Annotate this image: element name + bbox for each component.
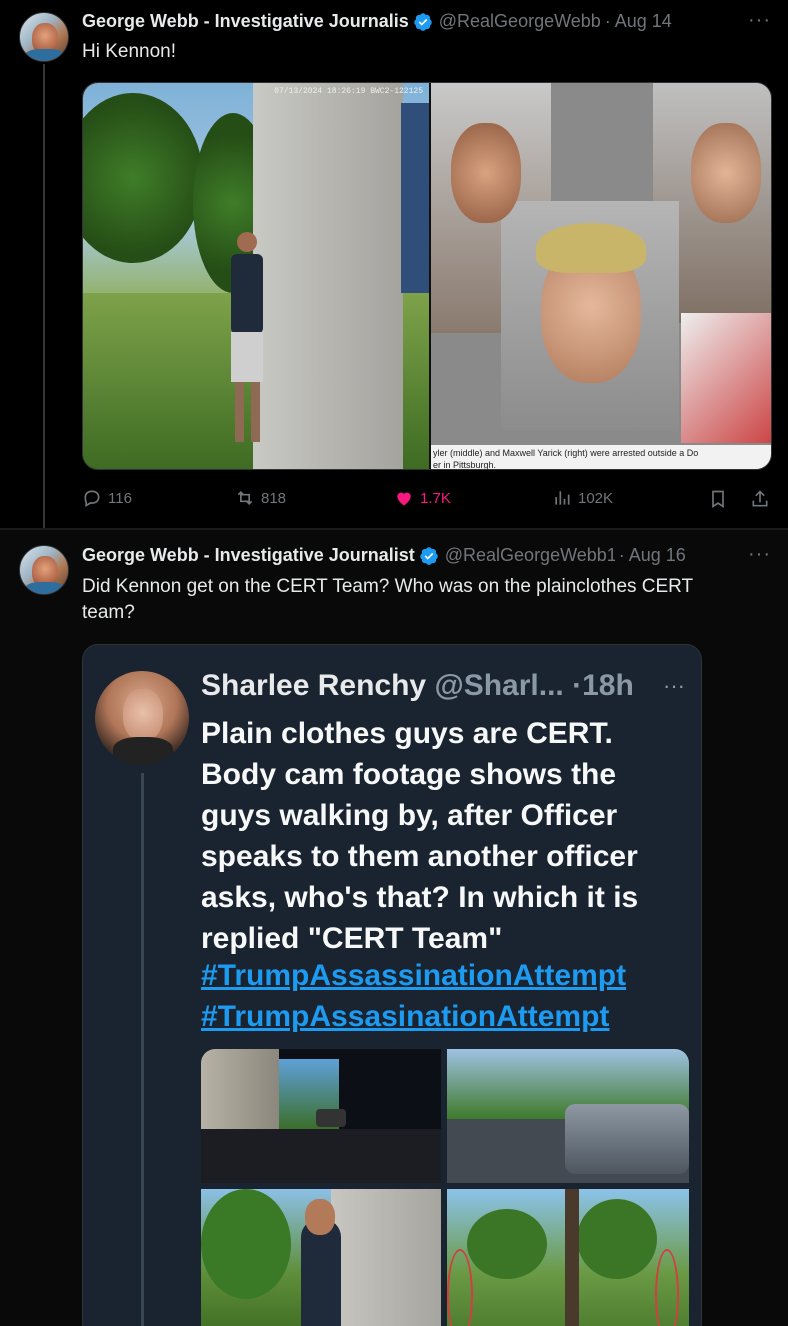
like-icon (397, 492, 411, 506)
author-handle[interactable]: @RealGeorgeWebb1 (445, 545, 615, 566)
separator-dot: · (572, 669, 583, 702)
repost-count: 818 (261, 489, 287, 507)
author-name[interactable]: George Webb - Investigative Journalist (82, 545, 415, 566)
more-icon[interactable]: ··· (748, 543, 771, 566)
more-icon[interactable]: ··· (748, 9, 771, 32)
quoted-media-grid[interactable] (201, 1049, 689, 1326)
like-count: 1.7K (420, 489, 451, 507)
verified-badge-icon (420, 546, 438, 565)
quoted-tweet-text: Plain clothes guys are CERT. Body cam fo… (201, 717, 639, 955)
tweet-text: Hi Kennon! (82, 41, 177, 62)
quoted-author-avatar[interactable] (95, 671, 189, 765)
reply-icon (84, 490, 100, 507)
reply-count: 116 (108, 489, 132, 507)
views-button[interactable]: 102K (552, 488, 613, 508)
reply-button[interactable]: 116 (82, 488, 132, 508)
repost-icon (237, 490, 253, 506)
quoted-author-name[interactable]: Sharlee Renchy (201, 669, 426, 702)
tweet-date[interactable]: Aug 14 (615, 11, 672, 32)
author-name[interactable]: George Webb - Investigative Journalis (82, 11, 409, 32)
tweet-date[interactable]: Aug 16 (629, 545, 686, 566)
tweet-actions: 116 818 1.7K 102K (82, 488, 772, 512)
separator-dot: · (604, 11, 611, 31)
media-image[interactable] (447, 1189, 689, 1326)
media-image[interactable] (447, 1049, 689, 1183)
quoted-tweet-header: Sharlee Renchy @Sharl... ·18h (201, 669, 634, 703)
views-icon (555, 491, 570, 505)
author-avatar[interactable] (19, 12, 69, 62)
tweet-media[interactable]: 07/13/2024 18:26:19 BWC2-122125 yler (mi… (82, 82, 772, 470)
tweet-header: George Webb - Investigative Journalis @R… (82, 11, 772, 32)
tweet-text: Did Kennon get on the CERT Team? Who was… (82, 576, 694, 623)
author-avatar[interactable] (19, 545, 69, 595)
verified-badge-icon (414, 12, 432, 31)
hashtag-link[interactable]: #TrumpAssasinationAttempt (201, 996, 609, 1037)
more-icon[interactable]: ··· (663, 673, 685, 699)
quote-thread-line (141, 773, 144, 1326)
media-image[interactable] (201, 1189, 441, 1326)
bookmark-icon[interactable] (708, 489, 728, 509)
repost-button[interactable]: 818 (235, 488, 286, 508)
quoted-author-handle[interactable]: @Sharl... (434, 669, 563, 702)
tweet-header: George Webb - Investigative Journalist @… (82, 545, 772, 566)
bodycam-timestamp: 07/13/2024 18:26:19 BWC2-122125 (274, 87, 423, 96)
author-handle[interactable]: @RealGeorgeWebb1 (439, 11, 601, 32)
separator-dot: · (618, 545, 625, 565)
hashtag-link[interactable]: #TrumpAssassinationAttempt (201, 955, 626, 996)
quoted-tweet-card[interactable]: Sharlee Renchy @Sharl... ·18h ··· Plain … (82, 644, 702, 1326)
views-count: 102K (578, 489, 614, 507)
media-image[interactable] (201, 1049, 441, 1183)
quoted-tweet-time[interactable]: 18h (582, 669, 634, 702)
share-icon[interactable] (750, 489, 770, 509)
thread-connector-line (43, 64, 45, 544)
bodycam-image[interactable]: 07/13/2024 18:26:19 BWC2-122125 (83, 83, 429, 469)
image-caption: yler (middle) and Maxwell Yarick (right)… (431, 445, 771, 469)
like-button[interactable]: 1.7K (394, 488, 451, 508)
mugshot-collage-image[interactable]: yler (middle) and Maxwell Yarick (right)… (431, 83, 771, 469)
